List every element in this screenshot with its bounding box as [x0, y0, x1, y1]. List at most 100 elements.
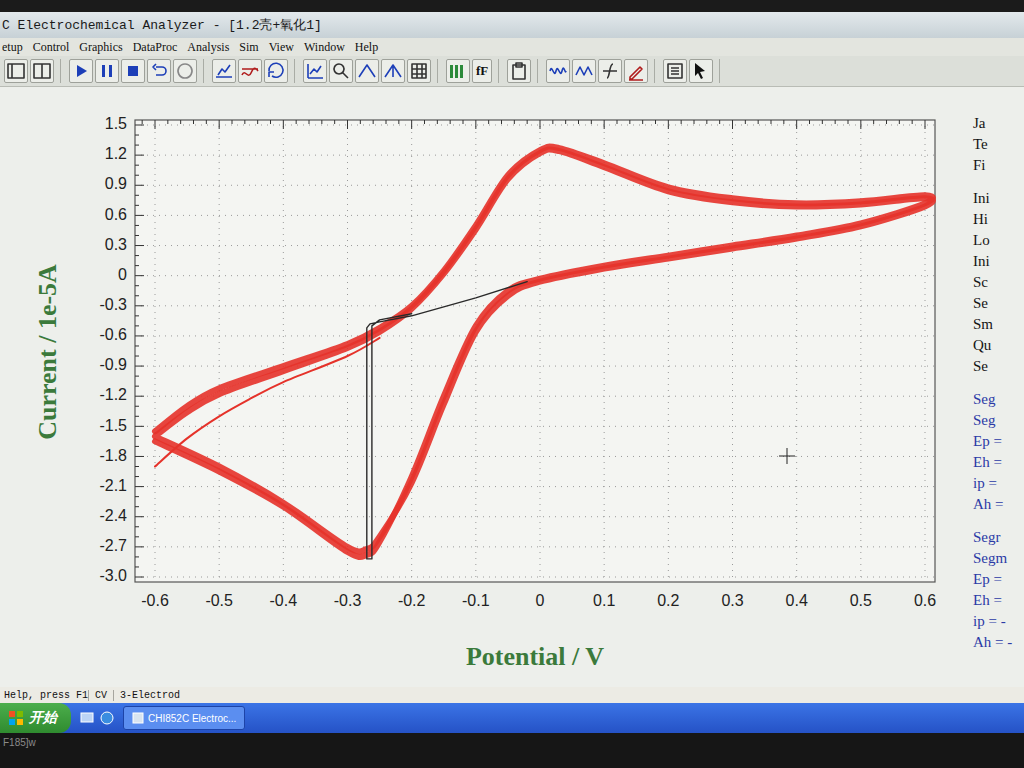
font-button[interactable]: fF	[472, 59, 492, 83]
frame2-button[interactable]	[30, 59, 54, 83]
tick-mark	[206, 120, 207, 124]
taskbar: 开始 CHI852C Electroc...	[0, 703, 1024, 733]
tick-mark	[270, 120, 271, 124]
zoom-button[interactable]	[329, 59, 353, 83]
y-tick-label: 1.5	[105, 115, 127, 132]
tick-mark	[135, 426, 144, 427]
x-tick-label: -0.5	[205, 592, 233, 609]
pause-button[interactable]	[95, 59, 119, 83]
tick-mark	[758, 120, 759, 124]
zoom-icon	[330, 60, 352, 82]
tick-mark	[135, 245, 144, 246]
frame-icon	[5, 60, 27, 82]
menu-item[interactable]: Sim	[239, 40, 258, 55]
tick-mark	[155, 120, 156, 129]
tick-mark	[135, 486, 144, 487]
info-line: Eh =	[973, 590, 1024, 611]
integral-button[interactable]	[598, 59, 622, 83]
tick-mark	[135, 396, 144, 397]
chart-button[interactable]	[303, 59, 327, 83]
toolbar-group	[212, 59, 295, 83]
x-tick-label: 0	[536, 592, 545, 609]
peak-icon	[356, 60, 378, 82]
integral-icon	[599, 60, 621, 82]
x-tick-label: 0.2	[657, 592, 679, 609]
tick-mark	[142, 120, 143, 124]
menu-item[interactable]: Graphics	[79, 40, 122, 55]
browser-icon[interactable]	[99, 710, 115, 726]
cv-curve	[155, 147, 933, 557]
pointer-button[interactable]	[689, 59, 713, 83]
tick-mark	[860, 120, 861, 129]
x-tick-label: 0.4	[786, 592, 808, 609]
tick-mark	[296, 120, 297, 124]
tick-mark	[706, 120, 707, 124]
start-button[interactable]: 开始	[0, 703, 71, 733]
overlay-icon	[239, 60, 261, 82]
stop-button[interactable]	[121, 59, 145, 83]
tick-mark	[135, 376, 139, 377]
trace-line	[367, 282, 527, 559]
grid-line	[135, 125, 935, 126]
tick-mark	[873, 120, 874, 124]
pen-button[interactable]	[624, 59, 648, 83]
grid-button[interactable]	[407, 59, 431, 83]
menu-item[interactable]: DataProc	[133, 40, 178, 55]
circle-button[interactable]	[173, 59, 197, 83]
menu-item[interactable]: etup	[2, 40, 23, 55]
tick-mark	[135, 185, 144, 186]
tick-mark	[135, 536, 139, 537]
tick-mark	[135, 325, 139, 326]
frame-button[interactable]	[4, 59, 28, 83]
peak-button[interactable]	[355, 59, 379, 83]
x-tick-label: -0.1	[462, 592, 490, 609]
cv-chart: 1.51.20.90.60.30-0.3-0.6-0.9-1.2-1.5-1.8…	[0, 87, 965, 687]
tick-mark	[135, 275, 144, 276]
undo-button[interactable]	[147, 59, 171, 83]
desktop-icon[interactable]	[79, 710, 95, 726]
wave-button[interactable]	[546, 59, 570, 83]
tick-mark	[135, 516, 144, 517]
menu-item[interactable]: Window	[304, 40, 345, 55]
menu-item[interactable]: Control	[33, 40, 70, 55]
sine-button[interactable]	[572, 59, 596, 83]
tick-mark	[925, 120, 926, 129]
play-button[interactable]	[69, 59, 93, 83]
cv-curve	[155, 338, 380, 467]
colors-button[interactable]	[446, 59, 470, 83]
tick-mark	[135, 165, 139, 166]
x-tick-label: -0.2	[398, 592, 426, 609]
tick-mark	[835, 120, 836, 124]
tick-mark	[135, 366, 144, 367]
tick-mark	[437, 120, 438, 124]
graph-button[interactable]	[212, 59, 236, 83]
tick-mark	[135, 506, 139, 507]
peak2-button[interactable]	[381, 59, 405, 83]
overlay-button[interactable]	[238, 59, 262, 83]
tick-mark	[411, 120, 412, 129]
y-tick-label: -0.6	[99, 326, 127, 343]
menu-item[interactable]: View	[269, 40, 294, 55]
task-button[interactable]: CHI852C Electroc...	[123, 706, 245, 730]
x-tick-label: 0.1	[593, 592, 615, 609]
app-icon	[132, 712, 144, 724]
tick-mark	[244, 120, 245, 124]
tick-mark	[135, 546, 144, 547]
info-line: ip =	[973, 473, 1024, 494]
info-line: Se	[973, 293, 1024, 314]
menu-item[interactable]: Analysis	[187, 40, 229, 55]
tick-mark	[578, 120, 579, 124]
info-line: Lo	[973, 230, 1024, 251]
tick-mark	[822, 120, 823, 124]
tick-mark	[629, 120, 630, 124]
redraw-button[interactable]	[264, 59, 288, 83]
tick-mark	[796, 120, 797, 129]
menu-bar: etup Control Graphics DataProc Analysis Sim Vi…	[0, 38, 1024, 56]
y-tick-label: 1.2	[105, 145, 127, 162]
tick-mark	[386, 120, 387, 124]
tick-mark	[514, 120, 515, 124]
menu-item[interactable]: Help	[355, 40, 378, 55]
tick-mark	[135, 295, 139, 296]
list-button[interactable]	[663, 59, 687, 83]
clip-button[interactable]	[507, 59, 531, 83]
